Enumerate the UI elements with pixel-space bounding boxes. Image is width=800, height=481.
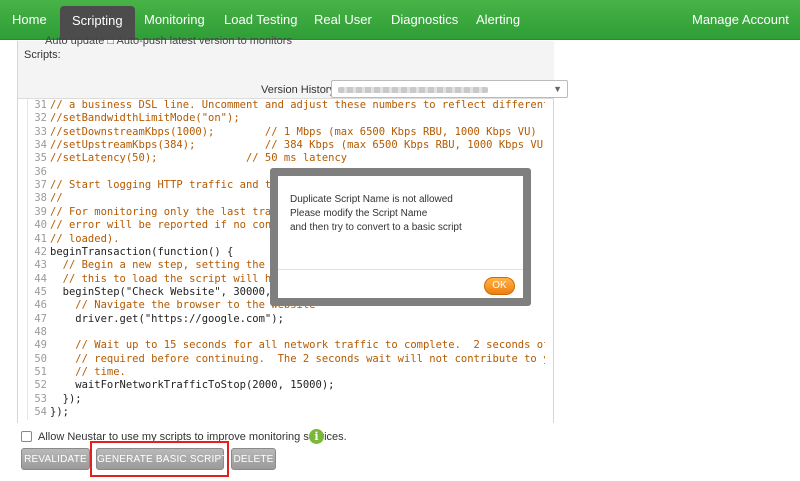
code-text: //setLatency(50); // 50 ms latency — [50, 152, 348, 165]
code-text: // required before continuing. The 2 sec… — [75, 352, 545, 365]
auto-update-options: Auto update □ Auto-push latest version t… — [45, 35, 292, 47]
version-history-label: Version History: — [261, 84, 339, 96]
dialog-message-line: and then try to convert to a basic scrip… — [290, 222, 462, 233]
line-number: 37 — [34, 179, 47, 192]
code-text: //setUpstreamKbps(384); // 384 Kbps (max… — [50, 139, 545, 152]
nav-monitoring[interactable]: Monitoring — [144, 0, 205, 40]
code-text: waitForNetworkTrafficToStop(2000, 15000)… — [50, 379, 335, 392]
highlight-box — [90, 441, 229, 477]
code-text: //setDownstreamKbps(1000); // 1 Mbps (ma… — [50, 125, 537, 138]
line-number: 44 — [34, 272, 47, 285]
line-number: 32 — [34, 112, 47, 125]
line-number: 50 — [34, 352, 47, 365]
line-number: 39 — [34, 205, 47, 218]
nav-real-user[interactable]: Real User — [314, 0, 372, 40]
nav-home[interactable]: Home — [12, 0, 47, 40]
code-text: //setBandwidthLimitMode("on"); — [50, 112, 240, 125]
dialog-message-line: Please modify the Script Name — [290, 208, 428, 219]
line-number: 45 — [34, 285, 47, 298]
error-dialog-body: Duplicate Script Name is not allowed Ple… — [278, 176, 523, 298]
chevron-down-icon: ▼ — [553, 84, 562, 94]
code-text: // loaded). — [50, 232, 120, 245]
line-number: 42 — [34, 245, 47, 258]
error-dialog: Duplicate Script Name is not allowed Ple… — [270, 168, 531, 306]
line-number: 48 — [34, 325, 47, 338]
code-text: // — [50, 192, 63, 205]
script-header: Auto update □ Auto-push latest version t… — [18, 35, 568, 99]
code-text: beginTransaction(function() { — [50, 245, 234, 258]
line-number: 41 — [34, 232, 47, 245]
scripts-label: Scripts: — [24, 49, 61, 61]
info-icon[interactable]: i — [309, 429, 324, 444]
line-number: 53 — [34, 392, 47, 405]
allow-improve-checkbox[interactable] — [21, 431, 32, 442]
line-number: 46 — [34, 299, 47, 312]
nav-load-testing[interactable]: Load Testing — [224, 0, 298, 40]
line-number: 47 — [34, 312, 47, 325]
line-number: 54 — [34, 406, 47, 419]
ok-button[interactable]: OK — [484, 277, 515, 295]
line-number: 43 — [34, 259, 47, 272]
code-text: // a business DSL line. Uncomment and ad… — [50, 99, 545, 111]
code-text: // time. — [50, 366, 126, 378]
top-nav: Home Scripting Monitoring Load Testing R… — [0, 0, 800, 40]
line-number: 34 — [34, 139, 47, 152]
code-text: driver.get("https://google.com"); — [50, 312, 284, 325]
nav-alerting[interactable]: Alerting — [476, 0, 520, 40]
nav-diagnostics[interactable]: Diagnostics — [391, 0, 458, 40]
line-number: 33 — [34, 125, 47, 138]
line-number: 52 — [34, 379, 47, 392]
redacted-version-value — [338, 87, 488, 93]
delete-button[interactable]: DELETE — [231, 448, 276, 470]
code-text: }); — [50, 392, 82, 405]
dialog-divider — [278, 269, 523, 270]
line-number: 40 — [34, 219, 47, 232]
line-number: 38 — [34, 192, 47, 205]
line-number: 35 — [34, 152, 47, 165]
dialog-message-line: Duplicate Script Name is not allowed — [290, 194, 453, 205]
nav-manage-account[interactable]: Manage Account — [692, 0, 789, 40]
line-number: 36 — [34, 165, 47, 178]
line-number: 49 — [34, 339, 47, 352]
line-number: 31 — [34, 99, 47, 111]
code-text: }); — [50, 406, 69, 419]
version-history-select[interactable]: ▼ — [331, 80, 568, 98]
line-number: 51 — [34, 366, 47, 378]
code-text: // Wait up to 15 seconds for all network… — [75, 339, 545, 352]
revalidate-button[interactable]: REVALIDATE — [21, 448, 90, 470]
